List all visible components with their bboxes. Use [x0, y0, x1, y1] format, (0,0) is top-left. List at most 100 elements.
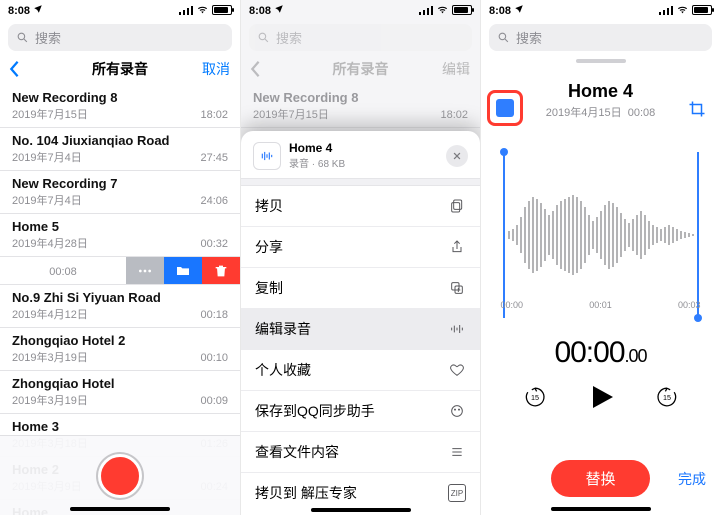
list-item[interactable]: No.9 Zhi Si Yiyuan Road2019年4月12日00:18 — [0, 285, 240, 328]
sheet-edit-recording[interactable]: 编辑录音 — [241, 309, 480, 350]
skip-forward-button[interactable]: 15 — [654, 384, 680, 410]
list-item-selected[interactable]: Home 52019年4月28日00:32 — [0, 214, 240, 257]
recording-title: Home 4 — [568, 81, 633, 102]
edit-button[interactable]: 编辑 — [442, 59, 470, 79]
annotation-highlight — [487, 90, 523, 126]
list-item[interactable]: Zhongqiao Hotel2019年3月19日00:09 — [0, 371, 240, 414]
sheet-favorite[interactable]: 个人收藏 — [241, 350, 480, 391]
record-bar — [0, 435, 240, 515]
sheet-copy[interactable]: 拷贝 — [241, 186, 480, 227]
playback-time: 00:00.00 — [554, 336, 646, 370]
move-to-folder-action[interactable] — [164, 257, 202, 284]
waveform-area[interactable]: 00:00 00:01 00:03 — [497, 150, 705, 320]
file-meta: 录音 · 68 KB — [289, 155, 438, 170]
list-item[interactable]: New Recording 82019年7月15日18:02 — [241, 85, 480, 128]
signal-icon — [659, 5, 673, 15]
svg-text:15: 15 — [531, 393, 539, 402]
close-button[interactable] — [446, 145, 468, 167]
phone-1: 8:08 搜索 所有录音 取消 New Recording 82019年7月15… — [0, 0, 240, 515]
playhead-time: 00:08 — [49, 266, 77, 278]
zip-icon: ZIP — [448, 484, 466, 502]
status-time: 8:08 — [8, 5, 30, 17]
search-bar[interactable]: 搜索 — [8, 24, 232, 51]
heart-icon — [448, 361, 466, 379]
home-indicator — [70, 507, 170, 511]
search-icon — [497, 31, 510, 44]
nav-title: 所有录音 — [92, 59, 148, 79]
list-item[interactable]: New Recording 72019年7月4日24:06 — [0, 171, 240, 214]
play-button[interactable] — [586, 382, 616, 412]
time-ticks: 00:00 00:01 00:03 — [497, 300, 705, 310]
trash-icon — [213, 263, 229, 279]
battery-icon — [692, 5, 712, 15]
chevron-left-icon — [8, 60, 20, 78]
close-icon — [452, 151, 462, 161]
file-name: Home 4 — [289, 141, 438, 155]
delete-action[interactable] — [202, 257, 240, 284]
sheet-copy-to-app[interactable]: 拷贝到 解压专家ZIP — [241, 473, 480, 509]
search-bar[interactable]: 搜索 — [489, 24, 712, 51]
sheet-save-qq[interactable]: 保存到QQ同步助手 — [241, 391, 480, 432]
play-icon — [586, 382, 616, 412]
phone-2: 8:08 搜索 所有录音 编辑 New Recording 82019年7月15… — [240, 0, 480, 515]
signal-icon — [419, 5, 433, 15]
record-button[interactable] — [98, 454, 142, 498]
editor-view: Home 4 2019年4月15日 00:08 00:00 — [481, 63, 720, 515]
waveform — [497, 180, 705, 290]
done-button[interactable]: 完成 — [678, 469, 706, 489]
more-action[interactable] — [126, 257, 164, 284]
duplicate-icon — [448, 279, 466, 297]
battery-icon — [212, 5, 232, 15]
skip-back-icon: 15 — [523, 385, 547, 409]
recording-meta: 2019年4月15日 00:08 — [546, 104, 655, 120]
wifi-icon — [436, 5, 449, 15]
list-item[interactable]: Zhongqiao Hotel 22019年3月19日00:10 — [0, 328, 240, 371]
home-indicator — [311, 508, 411, 512]
extension-icon[interactable] — [496, 99, 514, 117]
wifi-icon — [196, 5, 209, 15]
replace-button[interactable]: 替换 — [551, 460, 649, 497]
swipe-row: 00:08 — [0, 257, 240, 285]
search-placeholder: 搜索 — [35, 28, 61, 47]
more-icon — [137, 263, 153, 279]
audio-file-icon — [253, 142, 281, 170]
location-icon — [514, 4, 524, 14]
waveform-icon — [448, 320, 466, 338]
share-sheet: Home 4 录音 · 68 KB 拷贝 分享 复制 编辑录音 个人收藏 保存到… — [241, 131, 480, 515]
phone-3: 8:08 搜索 Home 4 2019年4月15日 00:08 — [480, 0, 720, 515]
nav-header: 所有录音 取消 — [0, 57, 240, 81]
back-button[interactable] — [8, 60, 20, 78]
battery-icon — [452, 5, 472, 15]
home-indicator — [551, 507, 651, 511]
search-icon — [257, 31, 270, 44]
copy-icon — [448, 197, 466, 215]
search-bar[interactable]: 搜索 — [249, 24, 472, 51]
bottom-bar: 替换 完成 — [481, 460, 720, 497]
skip-back-button[interactable]: 15 — [522, 384, 548, 410]
chevron-left-icon — [249, 60, 261, 78]
skip-forward-icon: 15 — [655, 385, 679, 409]
sheet-duplicate[interactable]: 复制 — [241, 268, 480, 309]
location-icon — [274, 4, 284, 14]
nav-header: 所有录音 编辑 — [241, 57, 480, 81]
list-icon — [448, 443, 466, 461]
list-item[interactable]: No. 104 Jiuxianqiao Road2019年7月4日27:45 — [0, 128, 240, 171]
folder-icon — [175, 263, 191, 279]
list-item[interactable]: New Recording 82019年7月15日18:02 — [0, 85, 240, 128]
status-bar: 8:08 — [0, 0, 240, 20]
sheet-share[interactable]: 分享 — [241, 227, 480, 268]
signal-icon — [179, 5, 193, 15]
svg-text:15: 15 — [663, 393, 671, 402]
crop-icon — [688, 100, 706, 118]
location-icon — [33, 4, 43, 14]
back-button[interactable] — [249, 60, 261, 78]
status-bar: 8:08 — [481, 0, 720, 20]
qq-icon — [448, 402, 466, 420]
trim-button[interactable] — [688, 100, 706, 123]
wifi-icon — [676, 5, 689, 15]
playback-controls: 15 15 — [522, 382, 680, 412]
share-icon — [448, 238, 466, 256]
search-icon — [16, 31, 29, 44]
cancel-button[interactable]: 取消 — [202, 59, 230, 79]
sheet-view-contents[interactable]: 查看文件内容 — [241, 432, 480, 473]
